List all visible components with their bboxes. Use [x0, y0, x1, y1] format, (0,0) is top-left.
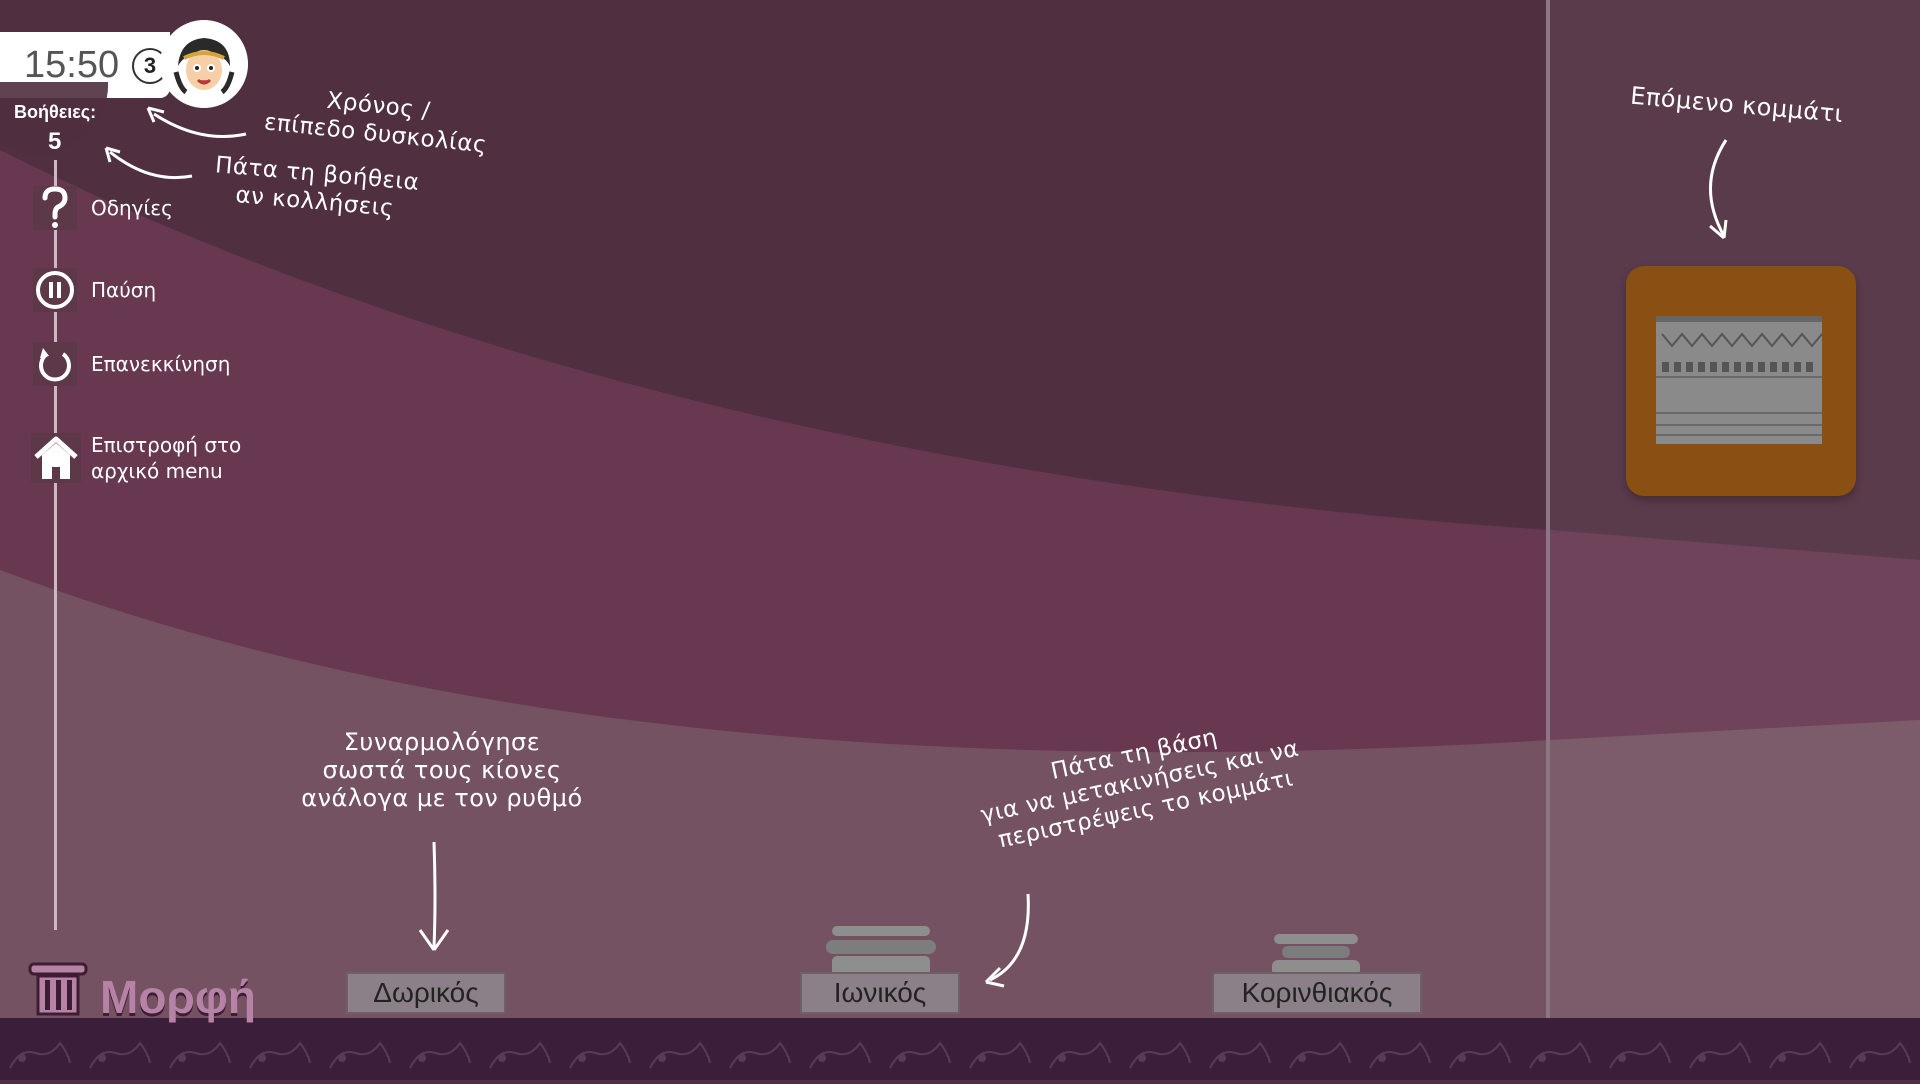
restart-icon: [33, 342, 77, 386]
menu-item-home[interactable]: Επιστροφή στο αρχικό menu: [31, 432, 241, 484]
ionic-base-stack[interactable]: [826, 924, 936, 976]
bottom-bar: [0, 1018, 1920, 1080]
arrow-icon: [1709, 139, 1728, 240]
menu-label-pause: Παύση: [91, 278, 157, 302]
menu-item-instructions[interactable]: Οδηγίες: [33, 186, 173, 230]
menu-label-restart: Επανεκκίνηση: [91, 352, 231, 376]
annotation-assemble: Συναρμολόγησε σωστά τους κίονες ανάλογα …: [301, 728, 583, 812]
home-icon: [31, 433, 81, 483]
menu-label-home: Επιστροφή στο αρχικό menu: [91, 433, 242, 483]
arrow-icon: [104, 146, 193, 180]
arrow-icon: [146, 106, 247, 138]
meander-pattern: [0, 1018, 1920, 1080]
doric-order-button[interactable]: Δωρικός: [346, 972, 506, 1014]
menu-item-restart[interactable]: Επανεκκίνηση: [33, 342, 230, 386]
column-logo-icon: [28, 962, 88, 1016]
help-label: Βοήθειες:: [14, 102, 97, 122]
pause-icon: [33, 268, 77, 312]
menu-label-instructions: Οδηγίες: [91, 196, 173, 220]
arrow-icon: [984, 893, 1030, 988]
avatar: [160, 20, 248, 108]
question-icon: [33, 186, 77, 230]
arrow-icon: [418, 841, 450, 951]
next-piece-tile: [1626, 266, 1856, 496]
corinthian-order-button[interactable]: Κορινθιακός: [1212, 972, 1422, 1014]
help-count: 5: [48, 128, 62, 155]
ionic-order-button[interactable]: Ιωνικός: [800, 972, 960, 1014]
game-title: Μορφή: [100, 971, 256, 1023]
menu-item-pause[interactable]: Παύση: [33, 268, 156, 312]
entablature-piece-icon: [1656, 316, 1823, 444]
character-avatar-icon: [160, 20, 248, 108]
